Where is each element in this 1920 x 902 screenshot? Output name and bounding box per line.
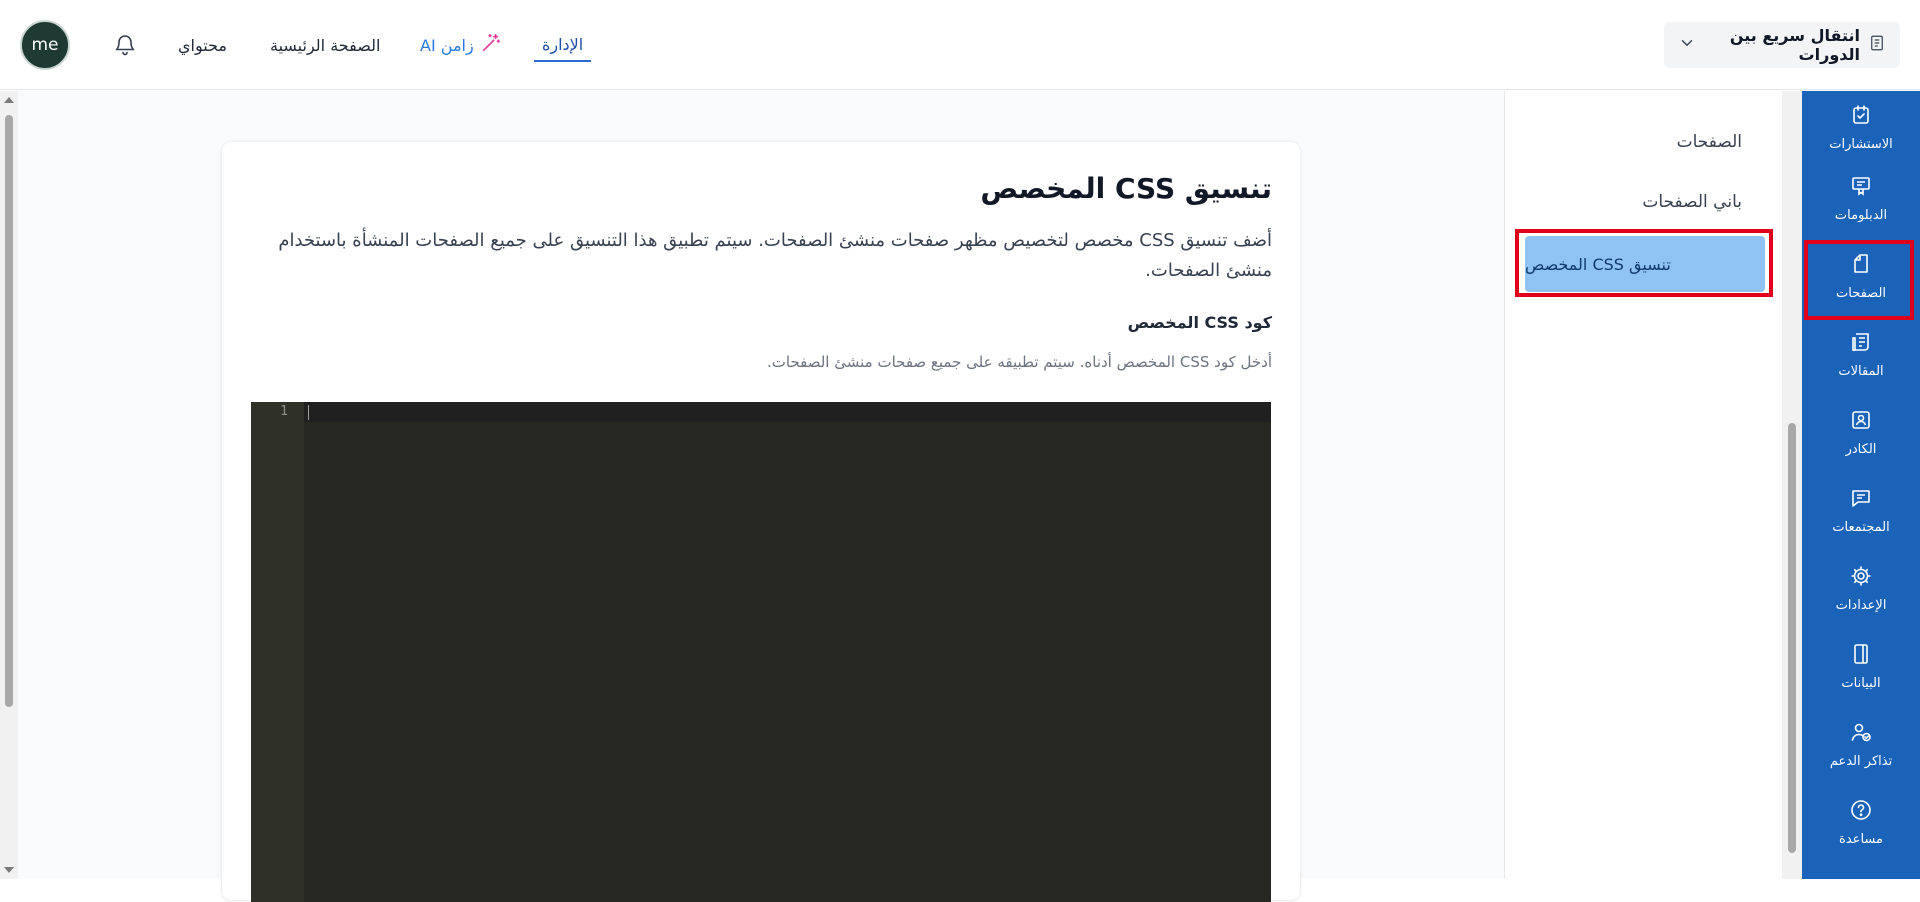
sidebar-item-label: المقالات (1838, 363, 1884, 379)
nav-admin[interactable]: الإدارة (534, 28, 592, 62)
sidebar-item-help[interactable]: مساعدة (1802, 786, 1920, 858)
page-description: أضف تنسيق CSS مخصص لتخصيص مظهر صفحات منش… (278, 230, 1272, 281)
scrollbar-thumb[interactable] (5, 115, 13, 707)
scroll-up-arrow-icon[interactable] (4, 97, 14, 103)
sidebar-item-articles[interactable]: المقالات (1802, 318, 1920, 390)
sidebar-item-label: مساعدة (1839, 831, 1883, 847)
scroll-down-arrow-icon[interactable] (4, 867, 14, 873)
nav-my-content[interactable]: محتواي (178, 28, 227, 62)
css-field-label: كود CSS المخصص (1127, 313, 1272, 332)
sidebar-item-label: الدبلومات (1834, 207, 1888, 223)
calendar-check-icon (1849, 103, 1873, 131)
staff-icon (1849, 408, 1873, 436)
sidebar-item-data[interactable]: البيانات (1802, 630, 1920, 702)
line-number: 1 (280, 404, 288, 419)
page-title: تنسيق CSS المخصص (980, 172, 1272, 205)
sidebar-item-label: تذاكر الدعم (1829, 753, 1893, 769)
certificate-icon (1849, 174, 1873, 202)
help-icon (1849, 798, 1873, 826)
custom-css-card: تنسيق CSS المخصص أضف تنسيق CSS مخصص لتخص… (221, 141, 1301, 902)
nav-home[interactable]: الصفحة الرئيسية (270, 28, 380, 62)
chevron-down-icon (1678, 34, 1696, 56)
pages-submenu: الصفحات باني الصفحات تنسيق CSS المخصص (1504, 91, 1782, 879)
editor-active-line (304, 402, 1271, 422)
sidebar-item-settings[interactable]: الإعدادات (1802, 552, 1920, 624)
sidebar-item-staff[interactable]: الكادر (1802, 396, 1920, 468)
course-quick-switch[interactable]: انتقال سريع بين الدورات (1664, 22, 1900, 68)
sidebar-item-communities[interactable]: المجتمعات (1802, 474, 1920, 546)
sidebar-item-label: الكادر (1845, 441, 1877, 457)
nav-ai-label: زامن AI (420, 35, 474, 55)
book-icon (1849, 642, 1873, 670)
editor-cursor (308, 405, 309, 420)
user-avatar[interactable]: me (20, 20, 70, 70)
sidebar-item-support-tickets[interactable]: تذاكر الدعم (1802, 708, 1920, 780)
gear-icon (1849, 564, 1873, 592)
sidebar-item-diplomas[interactable]: الدبلومات (1802, 162, 1920, 234)
magic-wand-icon (480, 32, 502, 59)
css-field-help: أدخل كود CSS المخصص أدناه. سيتم تطبيقه ع… (767, 353, 1272, 371)
article-icon (1849, 330, 1873, 358)
main-sidebar: الاستشارات الدبلومات الصفحات المقالات ال… (1802, 91, 1920, 879)
submenu-item-custom-css[interactable]: تنسيق CSS المخصص (1525, 236, 1765, 292)
sidebar-scrollbar-thumb[interactable] (1788, 423, 1796, 853)
sidebar-item-label: الاستشارات (1829, 136, 1893, 152)
course-switch-label: انتقال سريع بين الدورات (1729, 26, 1860, 64)
submenu-item-pages[interactable]: الصفحات (1677, 132, 1742, 152)
main-content: تنسيق CSS المخصص أضف تنسيق CSS مخصص لتخص… (18, 91, 1504, 902)
sidebar-item-label: البيانات (1841, 675, 1881, 691)
chat-icon (1849, 486, 1873, 514)
page-scrollbar[interactable] (0, 91, 18, 879)
course-list-icon (1868, 34, 1886, 56)
sidebar-item-label: المجتمعات (1832, 519, 1890, 535)
css-code-editor[interactable]: 1 (251, 402, 1271, 902)
user-check-icon (1849, 720, 1873, 748)
sidebar-item-consultations[interactable]: الاستشارات (1802, 91, 1920, 163)
highlight-annotation-box (1804, 240, 1914, 320)
top-header: me محتواي الصفحة الرئيسية زامن AI الإدار… (0, 0, 1920, 90)
sidebar-item-label: الإعدادات (1835, 597, 1887, 613)
nav-zamen-ai[interactable]: زامن AI (420, 28, 502, 62)
sidebar-scrollbar[interactable] (1782, 91, 1802, 879)
submenu-item-page-builder[interactable]: باني الصفحات (1642, 192, 1742, 212)
editor-gutter: 1 (251, 402, 304, 902)
notifications-bell-icon[interactable] (110, 30, 140, 60)
